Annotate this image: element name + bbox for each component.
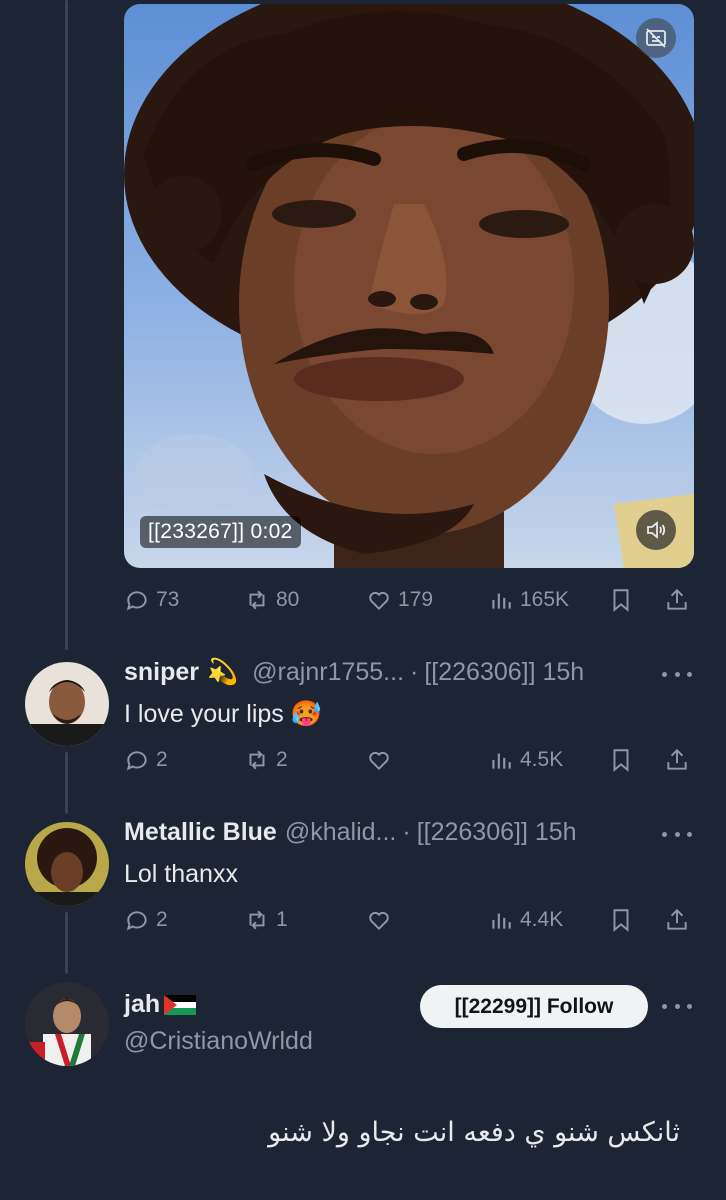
heart-icon — [369, 911, 389, 931]
avatar-sniper-image — [25, 662, 109, 746]
post-time[interactable]: [[226306]] 15h — [417, 818, 577, 847]
dizzy-emoji: 💫 — [207, 658, 239, 686]
like-button[interactable] — [366, 742, 398, 778]
views-count: 4.4K — [520, 908, 564, 931]
views-chart-icon — [492, 753, 511, 769]
like-button[interactable] — [366, 902, 398, 938]
repost-icon — [249, 750, 265, 770]
display-name[interactable]: Metallic Blue — [124, 818, 277, 847]
reply-actions-metallic-blue: 2 1 4.4K — [124, 902, 694, 938]
views-count: 4.5K — [520, 748, 564, 771]
heart-icon — [369, 751, 389, 771]
avatar-jah[interactable] — [25, 982, 109, 1066]
reply-text: I love your lips 🥵 — [124, 700, 322, 729]
display-name[interactable]: jah — [124, 990, 160, 1019]
reply-count: 73 — [156, 588, 180, 611]
share-icon — [667, 588, 687, 610]
repost-button[interactable]: 2 — [244, 742, 288, 778]
reply-icon — [126, 751, 147, 771]
bookmark-icon — [613, 909, 629, 932]
follow-button[interactable]: [[22299]] Follow — [420, 985, 648, 1028]
thread-line-top — [65, 0, 68, 650]
captions-toggle-button[interactable] — [636, 18, 676, 58]
more-options-button[interactable] — [662, 824, 692, 844]
reply-text: Lol thanxx — [124, 860, 238, 888]
repost-icon — [249, 910, 265, 930]
views-chart-icon — [492, 593, 511, 609]
speaker-icon — [647, 521, 666, 539]
separator-dot: · — [410, 658, 419, 686]
user-handle[interactable]: @khalid... — [285, 818, 397, 847]
thread-line-mid-1 — [65, 752, 68, 814]
share-icon — [667, 748, 687, 770]
suggested-handle[interactable]: @CristianoWrldd — [124, 1027, 313, 1056]
thread-line-mid-2 — [65, 912, 68, 974]
more-options-button[interactable] — [662, 996, 692, 1016]
views-button[interactable]: 4.4K — [488, 902, 563, 938]
share-button[interactable] — [664, 582, 690, 618]
reply-button[interactable]: 2 — [124, 902, 168, 938]
share-button[interactable] — [664, 742, 690, 778]
repost-count: 1 — [276, 908, 288, 931]
avatar-sniper[interactable] — [25, 662, 109, 746]
reply-icon — [126, 591, 147, 611]
bookmark-icon — [613, 589, 629, 612]
bookmark-button[interactable] — [608, 902, 634, 938]
like-button[interactable]: 179 — [366, 582, 433, 618]
reply-icon — [126, 911, 147, 931]
bookmark-icon — [613, 749, 629, 772]
avatar-jah-image — [25, 982, 109, 1066]
video-frame-image — [124, 4, 694, 568]
share-icon — [667, 908, 687, 930]
display-name[interactable]: sniper — [124, 658, 199, 687]
bookmark-button[interactable] — [608, 742, 634, 778]
post-text: ثانكس شنو ي دفعه انت نجاو ولا شنو — [268, 1117, 680, 1148]
captions-off-icon — [646, 28, 666, 48]
post-time[interactable]: [[226306]] 15h — [424, 658, 584, 687]
views-button[interactable]: 4.5K — [488, 742, 563, 778]
avatar-metallic-blue-image — [25, 822, 109, 906]
sound-toggle-button[interactable] — [636, 510, 676, 550]
repost-count: 80 — [276, 588, 300, 611]
reply-button[interactable]: 73 — [124, 582, 179, 618]
views-chart-icon — [492, 913, 511, 929]
heart-icon — [369, 591, 389, 611]
reply-text-content: I love your lips — [124, 700, 284, 728]
reply-button[interactable]: 2 — [124, 742, 168, 778]
repost-button[interactable]: 80 — [244, 582, 299, 618]
like-count: 179 — [398, 588, 434, 611]
repost-button[interactable]: 1 — [244, 902, 288, 938]
separator-dot: · — [402, 818, 411, 846]
views-count: 165K — [520, 588, 570, 611]
user-handle[interactable]: @rajnr1755... — [252, 658, 404, 687]
more-options-button[interactable] — [662, 664, 692, 684]
share-button[interactable] — [664, 902, 690, 938]
video-time-badge: [[233267]] 0:02 — [140, 516, 301, 548]
main-post-actions: 73 80 179 165K — [124, 582, 694, 618]
suggested-header: jah — [124, 990, 197, 1019]
hot-face-emoji: 🥵 — [290, 700, 322, 728]
reply-header-sniper: sniper 💫 @rajnr1755... · [[226306]] 15h — [124, 658, 584, 687]
palestine-flag-icon — [164, 994, 197, 1015]
reply-count: 2 — [156, 748, 168, 771]
views-button[interactable]: 165K — [488, 582, 569, 618]
reply-count: 2 — [156, 908, 168, 931]
video-player[interactable]: [[233267]] 0:02 — [124, 4, 694, 568]
reply-actions-sniper: 2 2 4.5K — [124, 742, 694, 778]
repost-icon — [249, 590, 265, 610]
avatar-metallic-blue[interactable] — [25, 822, 109, 906]
repost-count: 2 — [276, 748, 288, 771]
reply-header-metallic-blue: Metallic Blue @khalid... · [[226306]] 15… — [124, 818, 577, 847]
bookmark-button[interactable] — [608, 582, 634, 618]
